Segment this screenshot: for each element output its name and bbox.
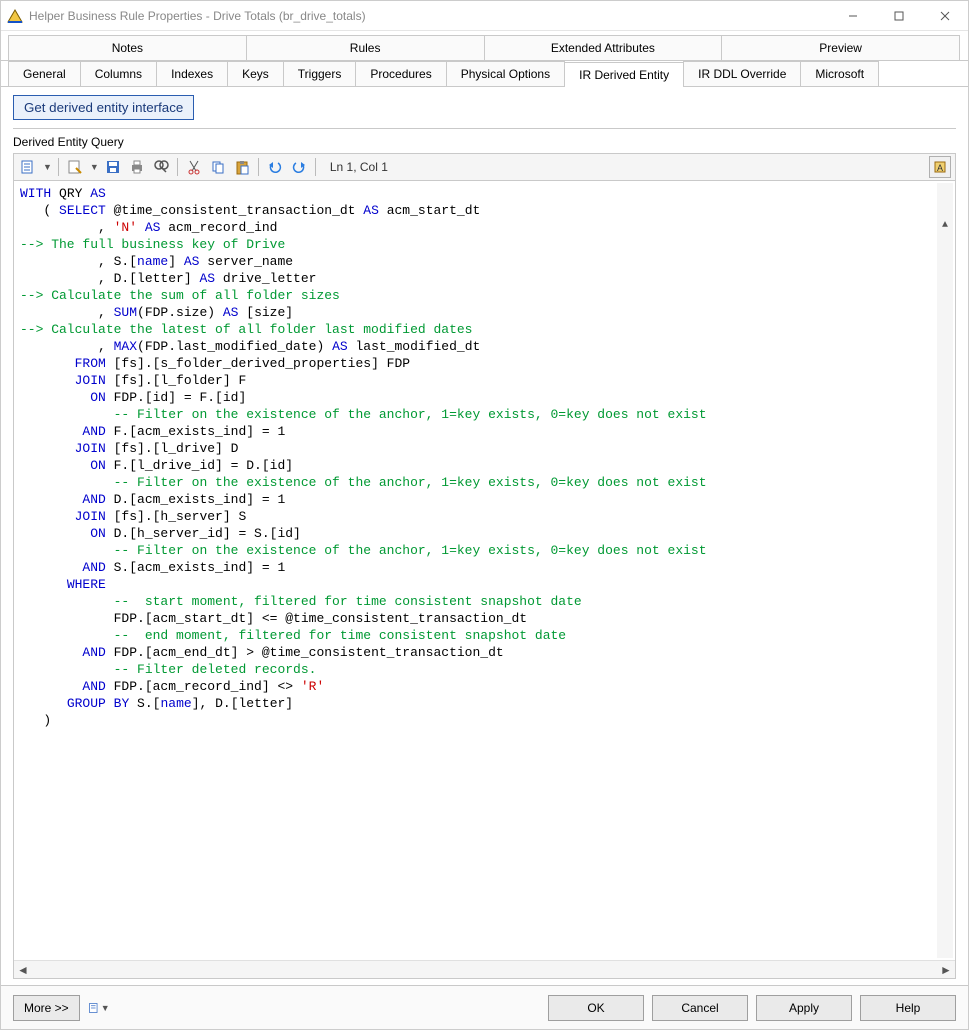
- copy-icon[interactable]: [208, 157, 228, 177]
- tab-row-primary: Notes Rules Extended Attributes Preview: [1, 35, 968, 61]
- chevron-down-icon[interactable]: ▼: [100, 1003, 110, 1013]
- sql-editor-text[interactable]: WITH QRY AS ( SELECT @time_consistent_tr…: [14, 181, 955, 960]
- redo-icon[interactable]: [289, 157, 309, 177]
- help-button[interactable]: Help: [860, 995, 956, 1021]
- toolbar-separator: [315, 158, 316, 176]
- tab-rules[interactable]: Rules: [246, 35, 485, 60]
- cancel-button[interactable]: Cancel: [652, 995, 748, 1021]
- save-icon[interactable]: [103, 157, 123, 177]
- cursor-position-status: Ln 1, Col 1: [330, 160, 388, 174]
- edit-with-tool-icon[interactable]: [18, 157, 38, 177]
- apply-button[interactable]: Apply: [756, 995, 852, 1021]
- toolbar-separator: [258, 158, 259, 176]
- scroll-up-icon[interactable]: ▲: [937, 217, 953, 233]
- window: Helper Business Rule Properties - Drive …: [0, 0, 969, 1030]
- scroll-right-icon[interactable]: ►: [937, 963, 955, 977]
- print-icon[interactable]: [127, 157, 147, 177]
- maximize-button[interactable]: [876, 1, 922, 31]
- tab-physical-options[interactable]: Physical Options: [446, 61, 565, 86]
- svg-text:A: A: [937, 163, 943, 173]
- window-title: Helper Business Rule Properties - Drive …: [29, 9, 830, 23]
- chevron-down-icon[interactable]: ▼: [42, 162, 52, 172]
- tab-keys[interactable]: Keys: [227, 61, 284, 86]
- options-menu-icon[interactable]: ▼: [88, 997, 110, 1019]
- minimize-button[interactable]: [830, 1, 876, 31]
- tab-ir-ddl-override[interactable]: IR DDL Override: [683, 61, 801, 86]
- tab-procedures[interactable]: Procedures: [355, 61, 446, 86]
- paste-icon[interactable]: [232, 157, 252, 177]
- editor-toolbar: ▼ ▼: [13, 153, 956, 181]
- tab-triggers[interactable]: Triggers: [283, 61, 357, 86]
- horizontal-scrollbar[interactable]: ◄ ►: [14, 960, 955, 978]
- toolbar-separator: [58, 158, 59, 176]
- ok-button[interactable]: OK: [548, 995, 644, 1021]
- tab-row-secondary: General Columns Indexes Keys Triggers Pr…: [1, 61, 968, 87]
- find-icon[interactable]: [151, 157, 171, 177]
- tab-preview[interactable]: Preview: [721, 35, 960, 60]
- get-derived-entity-interface-button[interactable]: Get derived entity interface: [13, 95, 194, 120]
- tab-extended-attributes[interactable]: Extended Attributes: [484, 35, 723, 60]
- titlebar: Helper Business Rule Properties - Drive …: [1, 1, 968, 31]
- dialog-footer: More >> ▼ OK Cancel Apply Help: [1, 985, 968, 1029]
- tab-columns[interactable]: Columns: [80, 61, 157, 86]
- tab-indexes[interactable]: Indexes: [156, 61, 228, 86]
- format-options-icon[interactable]: A: [929, 156, 951, 178]
- chevron-down-icon[interactable]: ▼: [89, 162, 99, 172]
- toolbar-separator: [177, 158, 178, 176]
- undo-icon[interactable]: [265, 157, 285, 177]
- scroll-left-icon[interactable]: ◄: [14, 963, 32, 977]
- tab-notes[interactable]: Notes: [8, 35, 247, 60]
- more-button[interactable]: More >>: [13, 995, 80, 1021]
- tab-general[interactable]: General: [8, 61, 81, 86]
- content-area: Get derived entity interface Derived Ent…: [1, 87, 968, 985]
- tab-microsoft[interactable]: Microsoft: [800, 61, 879, 86]
- close-button[interactable]: [922, 1, 968, 31]
- sql-editor[interactable]: WITH QRY AS ( SELECT @time_consistent_tr…: [13, 181, 956, 979]
- app-icon: [7, 8, 23, 24]
- cut-icon[interactable]: [184, 157, 204, 177]
- divider: [13, 128, 956, 129]
- section-label-derived-entity-query: Derived Entity Query: [13, 135, 956, 149]
- vertical-scrollbar[interactable]: ▲: [937, 183, 953, 958]
- tab-ir-derived-entity[interactable]: IR Derived Entity: [564, 62, 684, 87]
- editor-menu-icon[interactable]: [65, 157, 85, 177]
